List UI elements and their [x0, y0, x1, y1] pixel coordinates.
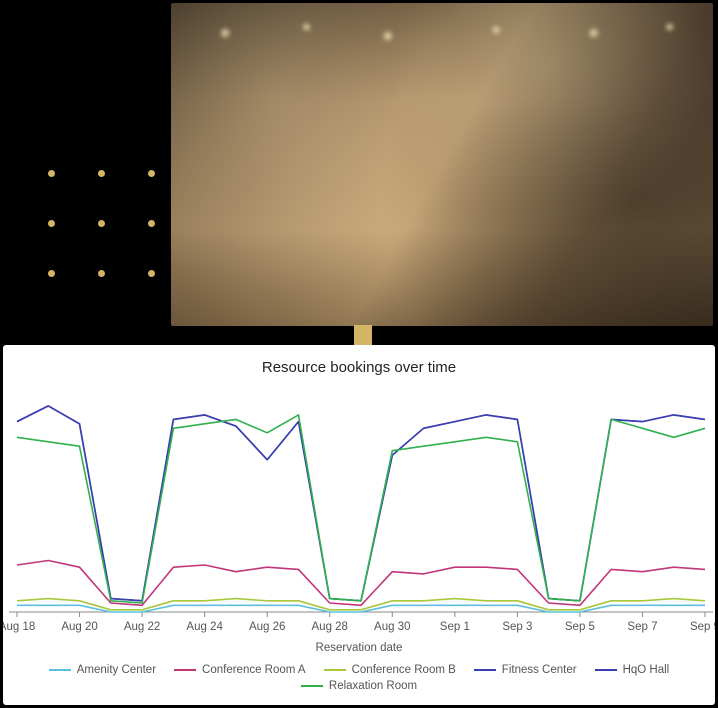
- x-tick-label: Sep 9: [690, 621, 715, 633]
- series-line: [17, 406, 705, 601]
- chart-card: Resource bookings over time Aug 18 Aug 20…: [3, 345, 715, 705]
- series-line: [17, 605, 705, 612]
- legend-item: Conference Room A: [174, 664, 306, 676]
- legend-swatch: [174, 669, 196, 671]
- hero-photo: [171, 3, 713, 326]
- legend-label: Fitness Center: [502, 664, 577, 676]
- legend-swatch: [49, 669, 71, 671]
- legend-label: HqO Hall: [623, 664, 670, 676]
- series-line: [17, 406, 705, 601]
- legend-item: Fitness Center: [474, 664, 577, 676]
- x-tick-label: Sep 5: [565, 621, 595, 633]
- decorative-dot-grid: [48, 170, 168, 290]
- x-axis-label: Reservation date: [3, 642, 715, 654]
- line-chart: Aug 18 Aug 20 Aug 22 Aug 24 Aug 26 Aug 28 Aug …: [3, 382, 715, 640]
- x-tick-label: Sep 3: [502, 621, 532, 633]
- legend-item: Relaxation Room: [301, 680, 417, 692]
- legend-item: HqO Hall: [595, 664, 670, 676]
- legend-swatch: [324, 669, 346, 671]
- legend-swatch: [301, 685, 323, 687]
- chart-plot-area: Aug 18 Aug 20 Aug 22 Aug 24 Aug 26 Aug 28 Aug …: [3, 382, 715, 640]
- x-tick-label: Aug 22: [124, 621, 160, 633]
- x-tick-label: Aug 26: [249, 621, 285, 633]
- legend-item: Amenity Center: [49, 664, 156, 676]
- chart-title: Resource bookings over time: [3, 359, 715, 376]
- x-tick-label: Aug 24: [186, 621, 223, 633]
- series-line: [17, 415, 705, 603]
- x-tick-label: Aug 18: [3, 621, 35, 633]
- legend-label: Relaxation Room: [329, 680, 417, 692]
- x-tick-label: Aug 28: [312, 621, 348, 633]
- legend-swatch: [595, 669, 617, 671]
- hero-region: [0, 0, 718, 325]
- x-tick-label: Sep 7: [627, 621, 657, 633]
- chart-legend: Amenity Center Conference Room A Conferenc…: [3, 654, 715, 692]
- legend-label: Conference Room B: [352, 664, 456, 676]
- legend-swatch: [474, 669, 496, 671]
- x-tick-label: Aug 20: [61, 621, 97, 633]
- x-tick-label: Sep 1: [440, 621, 470, 633]
- legend-label: Conference Room A: [202, 664, 306, 676]
- legend-label: Amenity Center: [77, 664, 156, 676]
- legend-item: Conference Room B: [324, 664, 456, 676]
- x-tick-label: Aug 30: [374, 621, 410, 633]
- connector-bar: [354, 325, 372, 347]
